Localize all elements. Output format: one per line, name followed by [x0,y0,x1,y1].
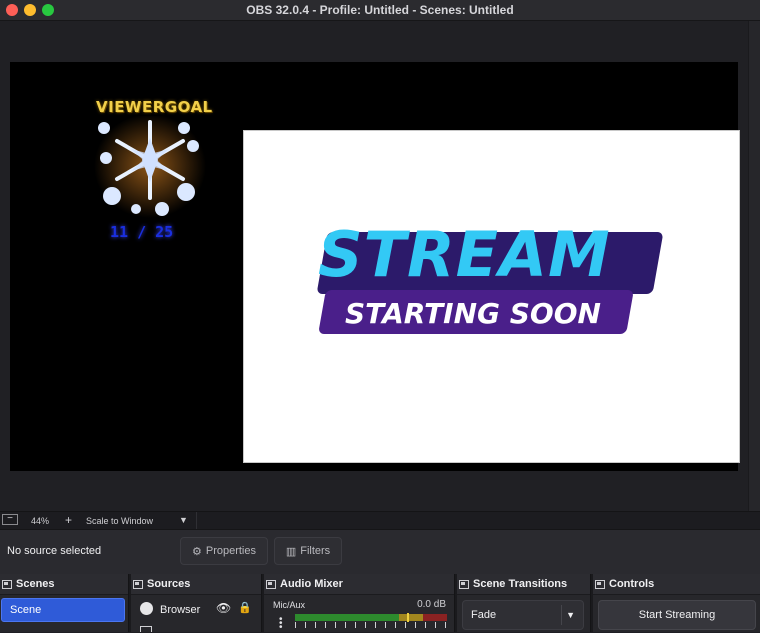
preview-zoom-bar: − 44% + Scale to Window ▼ [0,511,760,529]
lock-icon[interactable]: 🔒 [238,601,252,614]
divider [196,512,197,529]
sources-dock-title: Sources [147,578,191,590]
preview-vertical-scrollbar[interactable] [748,21,760,511]
dock-window-icon [459,579,469,589]
scene-transitions-dock: Scene Transitions Fade ▼ [457,574,591,632]
controls-dock-title: Controls [609,578,655,590]
dock-window-icon [595,579,605,589]
logo-stream-text: STREAM [318,218,611,291]
gear-icon: ⚙ [191,545,202,558]
source-list-item-partial[interactable] [140,626,152,632]
dock-window-icon [133,579,143,589]
filter-icon: ▥ [285,545,297,558]
meter-green-segment [295,614,399,621]
audio-mixer-dock-header[interactable]: Audio Mixer [264,574,454,595]
chevron-down-icon[interactable]: ▼ [179,515,188,525]
scenes-dock-header[interactable]: Scenes [0,574,128,595]
controls-dock-header[interactable]: Controls [593,574,760,595]
scale-mode-select[interactable]: Scale to Window [86,516,153,526]
transition-selected: Fade [471,609,497,621]
start-streaming-button[interactable]: Start Streaming [598,600,756,630]
transition-select[interactable]: Fade ▼ [462,600,584,630]
viewer-goal-title: VIEWERGOAL [96,98,213,116]
scenes-dock: Scenes Scene [0,574,129,632]
chevron-down-icon[interactable]: ▼ [566,601,575,629]
zoom-in-button[interactable]: + [65,513,72,527]
dock-window-icon [266,579,276,589]
meter-ticks [295,622,447,628]
sources-dock: Sources Browser 👁 🔒 [131,574,262,632]
properties-button[interactable]: ⚙ Properties [180,537,268,565]
globe-icon [140,602,153,615]
audio-mixer-dock: Audio Mixer Mic/Aux 0.0 dB • • • [264,574,455,633]
window-title: OBS 32.0.4 - Profile: Untitled - Scenes:… [246,3,514,17]
scene-transitions-dock-title: Scene Transitions [473,578,568,590]
visibility-eye-icon[interactable]: 👁 [216,601,231,615]
dock-area: Scenes Scene Sources Browser 👁 🔒 Audio M… [0,574,760,633]
meter-red-segment [423,614,447,621]
volume-meter [295,613,447,628]
viewer-goal-count: 11 / 25 [110,223,174,241]
filters-button[interactable]: ▥ Filters [274,537,342,565]
scene-transitions-dock-header[interactable]: Scene Transitions [457,574,590,595]
sources-dock-header[interactable]: Sources [131,574,261,595]
more-options-icon[interactable]: • • • [279,615,283,633]
logo-starting-soon-text: STARTING SOON [345,297,601,330]
source-name: Browser [160,604,201,616]
source-list-item[interactable]: Browser 👁 🔒 [131,598,261,622]
audio-mixer-dock-title: Audio Mixer [280,578,343,590]
audio-level-db: 0.0 dB [417,599,446,610]
audio-channel-name: Mic/Aux [273,600,306,610]
title-bar: OBS 32.0.4 - Profile: Untitled - Scenes:… [0,0,760,21]
scenes-dock-title: Scenes [16,578,55,590]
zoom-out-button[interactable]: − [2,514,18,525]
controls-dock: Controls Start Streaming [593,574,760,632]
divider [561,605,562,625]
volume-slider-handle[interactable] [407,613,409,622]
source-status: No source selected [7,545,102,557]
dock-window-icon [2,579,12,589]
filters-label: Filters [300,545,331,557]
snowflake-icon [94,116,206,218]
properties-label: Properties [205,545,256,557]
source-toolbar: No source selected ⚙ Properties ▥ Filter… [0,529,760,574]
meter-yellow-segment [399,614,423,621]
zoom-percent: 44% [31,516,50,526]
scene-list-item[interactable]: Scene [1,598,125,622]
